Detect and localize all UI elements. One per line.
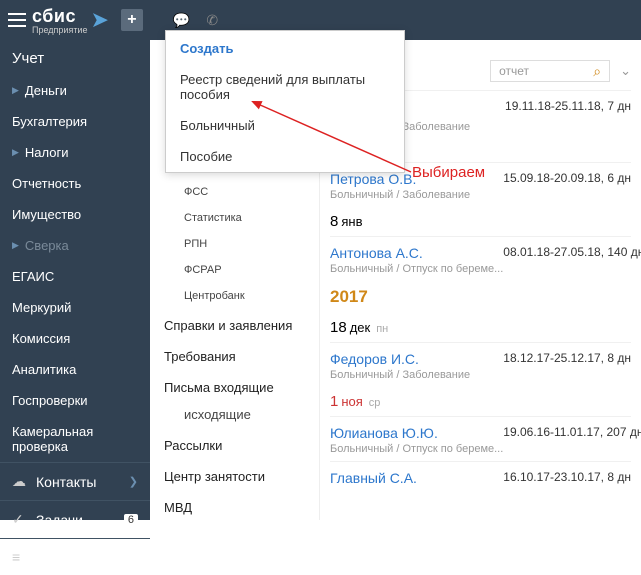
sidebar-bottom-label: Контакты <box>36 474 96 490</box>
sidebar-item-label: Сверка <box>25 238 69 253</box>
logo-subtitle: Предприятие <box>32 25 87 35</box>
entry-period: 18.12.17-25.12.17, 8 дн <box>503 351 631 365</box>
entry-sub: Больничный / Отпуск по береме... <box>330 443 503 455</box>
middle-item-label: Справки и заявления <box>164 318 292 333</box>
sidebar-item-label: Деньги <box>25 83 67 98</box>
date-separator: 8янв <box>330 207 631 236</box>
middle-item-label: Центробанк <box>184 290 245 302</box>
sidebar-item-label: Отчетность <box>12 176 81 191</box>
middle-item[interactable]: Центробанк <box>150 284 319 308</box>
sidebar-item[interactable]: Комиссия <box>0 323 150 354</box>
entry-sub: Больничный / Заболевание <box>330 189 470 201</box>
entry-name: Юлианова Ю.Ю. <box>330 425 503 441</box>
sidebar-bottom-icon: ☁ <box>12 473 28 490</box>
year-separator: 2017 <box>330 281 631 313</box>
middle-item-label: Письма входящие <box>164 380 274 395</box>
list-row[interactable]: Антонова А.С. Больничный / Отпуск по бере… <box>330 236 631 281</box>
period-text: 19.11.18-25.11.18, 7 дн <box>505 99 631 113</box>
entry-period: 08.01.18-27.05.18, 140 дн <box>503 245 641 259</box>
list-row[interactable]: Юлианова Ю.Ю. Больничный / Отпуск по бере… <box>330 416 631 461</box>
sidebar-bottom-item[interactable]: ≡ Бизнес <box>0 538 150 575</box>
entry-name: Петрова О.В. <box>330 171 470 187</box>
middle-item-label: Рассылки <box>164 438 222 453</box>
entry-name: Главный С.А. <box>330 470 417 486</box>
middle-item-label: Требования <box>164 349 236 364</box>
dropdown-item[interactable]: Больничный <box>166 110 404 141</box>
sidebar-item[interactable]: ▶Деньги <box>0 75 150 106</box>
middle-item-label: ФСРАР <box>184 264 222 276</box>
create-dropdown: Создать Реестр сведений для выплаты посо… <box>165 30 405 173</box>
sidebar-bottom-item[interactable]: ☁Контакты❯ <box>0 462 150 500</box>
sidebar-item-label: Аналитика <box>12 362 76 377</box>
hamburger-icon[interactable] <box>8 13 26 27</box>
middle-item[interactable]: Центр занятости <box>150 459 319 490</box>
sidebar-bottom-item[interactable]: ✓Задачи6 <box>0 500 150 538</box>
middle-item[interactable]: РПН <box>150 232 319 256</box>
middle-item[interactable]: Письма входящие <box>150 370 319 401</box>
entry-period: 19.06.16-11.01.17, 207 дн <box>503 425 641 439</box>
dropdown-toggle-icon[interactable]: ⌄ <box>620 63 631 79</box>
list-row[interactable]: Главный С.А. 16.10.17-23.10.17, 8 дн <box>330 461 631 492</box>
phone-icon[interactable]: ✆ <box>206 12 218 29</box>
middle-item-label: Статистика <box>184 212 242 224</box>
sidebar-bottom-label: Бизнес <box>36 549 82 565</box>
entry-name: Федоров И.С. <box>330 351 470 367</box>
sidebar-bottom-icon: ≡ <box>12 549 28 565</box>
sidebar: Учет ▶Деньги Бухгалтерия ▶Налоги Отчетность… <box>0 40 150 520</box>
middle-item-label: Центр занятости <box>164 469 265 484</box>
date-separator: 1нояср <box>330 387 631 416</box>
search-input[interactable]: отчет ⌕ <box>490 60 610 82</box>
sidebar-item[interactable]: Меркурий <box>0 292 150 323</box>
logo-text: сбис <box>32 6 76 26</box>
dropdown-item[interactable]: Реестр сведений для выплаты пособия <box>166 64 404 110</box>
logo-arrow-icon: ➤ <box>90 9 108 31</box>
entry-sub: Больничный / Отпуск по береме... <box>330 263 503 275</box>
middle-item[interactable]: ФСС <box>150 180 319 204</box>
logo[interactable]: сбис Предприятие ➤ <box>32 6 109 35</box>
add-button[interactable]: + <box>121 9 143 31</box>
search-placeholder: отчет <box>499 64 529 78</box>
middle-item[interactable]: Рассылки <box>150 428 319 459</box>
sidebar-item-label: Налоги <box>25 145 69 160</box>
sidebar-item-label: Бухгалтерия <box>12 114 87 129</box>
sidebar-item-label: Госпроверки <box>12 393 88 408</box>
middle-item[interactable]: Требования <box>150 339 319 370</box>
middle-item-label: ФСС <box>184 186 208 198</box>
date-separator: 18декпн <box>330 313 631 342</box>
dropdown-item[interactable]: Пособие <box>166 141 404 172</box>
sidebar-item[interactable]: Бухгалтерия <box>0 106 150 137</box>
middle-item[interactable]: исходящие <box>150 401 319 428</box>
middle-item[interactable]: МВД <box>150 490 319 520</box>
sidebar-item-label: ЕГАИС <box>12 269 54 284</box>
sidebar-item[interactable]: ▶Сверка <box>0 230 150 261</box>
sidebar-item[interactable]: Госпроверки <box>0 385 150 416</box>
sidebar-item-label: Камеральная проверка <box>12 424 138 454</box>
sidebar-item[interactable]: ЕГАИС <box>0 261 150 292</box>
chat-icon[interactable]: 💬 <box>173 12 190 29</box>
sidebar-item[interactable]: ▶Налоги <box>0 137 150 168</box>
sidebar-item[interactable]: Отчетность <box>0 168 150 199</box>
sidebar-item[interactable]: Имущество <box>0 199 150 230</box>
middle-item-label: МВД <box>164 500 192 515</box>
entry-period: 16.10.17-23.10.17, 8 дн <box>503 470 631 484</box>
middle-item[interactable]: ФСРАР <box>150 258 319 282</box>
sidebar-item-label: Меркурий <box>12 300 71 315</box>
sidebar-item[interactable]: Камеральная проверка <box>0 416 150 462</box>
entry-sub: Больничный / Заболевание <box>330 369 470 381</box>
middle-item-label: исходящие <box>184 407 251 422</box>
sidebar-item-label: Имущество <box>12 207 81 222</box>
sidebar-item-label: Комиссия <box>12 331 70 346</box>
entry-period: 15.09.18-20.09.18, 6 дн <box>503 171 631 185</box>
middle-item[interactable]: Статистика <box>150 206 319 230</box>
middle-item-label: РПН <box>184 238 207 250</box>
list-row[interactable]: Федоров И.С. Больничный / Заболевание 18.1… <box>330 342 631 387</box>
sidebar-item[interactable]: Аналитика <box>0 354 150 385</box>
entry-name: Антонова А.С. <box>330 245 503 261</box>
middle-item[interactable]: Справки и заявления <box>150 308 319 339</box>
search-icon[interactable]: ⌕ <box>593 63 601 80</box>
dropdown-title: Создать <box>166 31 404 64</box>
sidebar-section-title: Учет <box>0 40 150 75</box>
